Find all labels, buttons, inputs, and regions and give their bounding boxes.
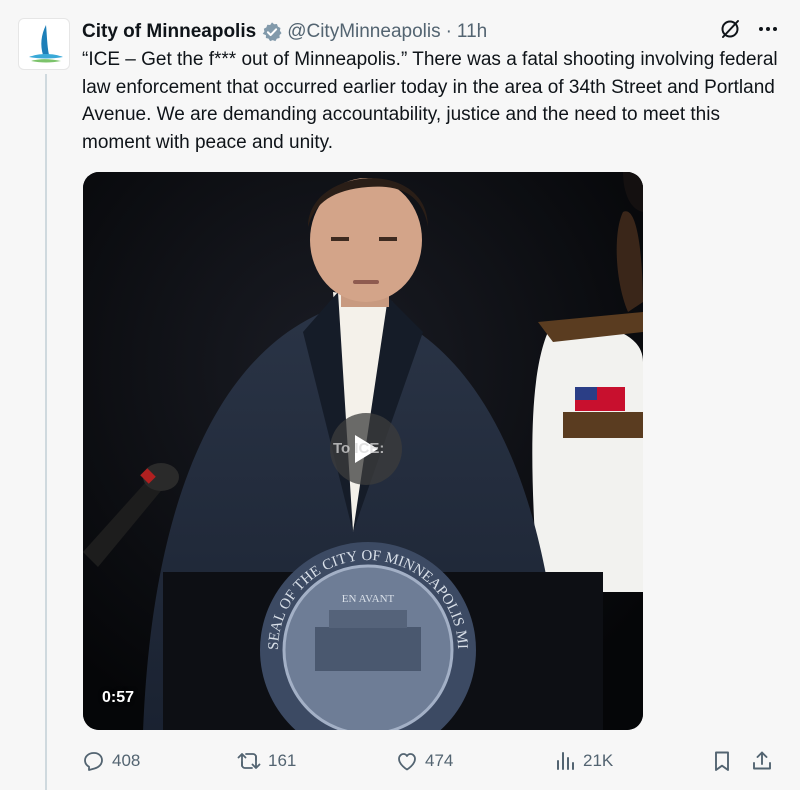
separator-dot: ·	[445, 21, 452, 42]
tweet-text: “ICE – Get the f*** out of Minneapolis.”…	[82, 49, 778, 153]
like-count: 474	[425, 751, 454, 770]
avatar[interactable]	[18, 18, 70, 70]
views-count: 21K	[583, 751, 614, 770]
seal-motto: EN AVANT	[342, 593, 395, 605]
reply-button[interactable]: 408	[82, 746, 140, 776]
share-icon	[753, 751, 771, 770]
bookmark-icon	[715, 751, 729, 771]
thread-line	[45, 74, 47, 790]
video-duration: 0:57	[102, 689, 135, 706]
like-icon	[398, 753, 416, 771]
verified-badge-icon	[261, 21, 283, 43]
repost-count: 161	[268, 751, 297, 770]
slash-circle-icon[interactable]	[718, 17, 742, 47]
reply-count: 408	[112, 751, 141, 770]
reply-icon	[84, 752, 103, 771]
city-logo-icon	[29, 25, 63, 63]
views-button[interactable]: 21K	[553, 746, 613, 776]
more-icon[interactable]	[756, 17, 780, 47]
bookmark-button[interactable]	[710, 746, 734, 776]
video-player[interactable]: EN AVANT SEAL OF THE CITY OF MINNEAPOLIS…	[83, 172, 643, 730]
timestamp[interactable]: 11h	[457, 21, 487, 43]
like-button[interactable]: 474	[395, 746, 453, 776]
author-name[interactable]: City of Minneapolis	[82, 21, 256, 43]
views-icon	[557, 752, 574, 770]
video-caption-text: To ICE:	[333, 440, 385, 457]
share-button[interactable]	[750, 746, 774, 776]
tweet-header: City of Minneapolis @CityMinneapolis · 1…	[82, 18, 780, 46]
author-handle[interactable]: @CityMinneapolis	[287, 21, 440, 43]
repost-button[interactable]: 161	[236, 746, 296, 776]
repost-icon	[237, 753, 261, 769]
action-bar: 408 161 474 21K	[82, 746, 782, 776]
